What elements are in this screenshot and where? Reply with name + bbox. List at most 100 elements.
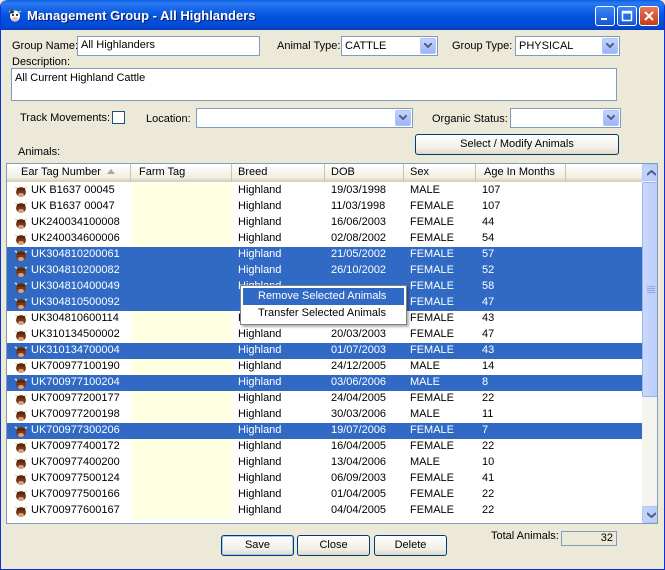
chevron-down-icon[interactable]: [603, 110, 619, 126]
column-header-ear-tag[interactable]: Ear Tag Number: [7, 164, 131, 182]
delete-button[interactable]: Delete: [374, 535, 447, 556]
vertical-scrollbar[interactable]: [642, 164, 657, 523]
cell-sex: FEMALE: [410, 392, 455, 404]
location-select[interactable]: [196, 108, 413, 128]
table-row[interactable]: UK B1637 00045 Highland 19/03/1998 MALE 107: [7, 183, 642, 199]
maximize-button[interactable]: [617, 6, 637, 26]
table-row[interactable]: UK700977600167 Highland 04/04/2005 FEMALE 22: [7, 503, 642, 519]
table-row[interactable]: UK240034600006 Highland 02/08/2002 FEMALE 54: [7, 231, 642, 247]
cell-sex: MALE: [410, 360, 440, 372]
column-label: Age In Months: [484, 166, 555, 178]
group-type-select[interactable]: PHYSICAL: [515, 36, 620, 56]
table-row[interactable]: UK700977400172 Highland 16/04/2005 FEMALE 22: [7, 439, 642, 455]
cell-dob: 04/04/2005: [331, 504, 387, 516]
close-window-button[interactable]: [639, 6, 659, 26]
cell-tag: UK304810500092: [31, 296, 120, 308]
cell-tag: UK304810200061: [31, 248, 120, 260]
chevron-down-icon[interactable]: [420, 38, 436, 54]
cell-age: 10: [482, 456, 495, 468]
column-header-breed[interactable]: Breed: [232, 164, 325, 182]
table-row[interactable]: UK700977200198 Highland 30/03/2006 MALE 11: [7, 407, 642, 423]
animal-type-select[interactable]: CATTLE: [341, 36, 438, 56]
cell-dob: 20/03/2003: [331, 328, 387, 340]
column-header-farm-tag[interactable]: Farm Tag: [131, 164, 232, 182]
cell-sex: FEMALE: [410, 344, 455, 356]
cell-age: 47: [482, 328, 495, 340]
save-button[interactable]: Save: [221, 535, 294, 556]
cell-farm: [131, 439, 232, 455]
table-row[interactable]: UK700977100190 Highland 24/12/2005 MALE 14: [7, 359, 642, 375]
cell-farm: [131, 343, 232, 359]
cell-age: 54: [482, 232, 495, 244]
chevron-up-icon: [647, 170, 656, 176]
group-name-input[interactable]: All Highlanders: [77, 36, 260, 56]
cell-age: 11: [482, 408, 494, 420]
column-label: Farm Tag: [139, 166, 186, 178]
cell-breed: Highland: [238, 488, 282, 500]
cell-tag: UK700977100204: [31, 376, 120, 388]
cell-tag: UK700977400200: [31, 456, 120, 468]
organic-status-select[interactable]: [510, 108, 621, 128]
description-textarea[interactable]: All Current Highland Cattle: [11, 68, 617, 101]
total-animals-value: 32: [561, 531, 617, 546]
table-row[interactable]: UK700977200177 Highland 24/04/2005 FEMALE 22: [7, 391, 642, 407]
select-modify-animals-button[interactable]: Select / Modify Animals: [415, 134, 619, 155]
table-row[interactable]: UK700977500166 Highland 01/04/2005 FEMALE 22: [7, 487, 642, 503]
description-label: Description:: [12, 56, 71, 68]
table-row[interactable]: UK304810200061 Highland 21/05/2002 FEMALE 57: [7, 247, 642, 263]
cell-tag: UK B1637 00045: [31, 184, 115, 196]
cell-tag: UK700977600167: [31, 504, 120, 516]
cell-sex: FEMALE: [410, 312, 455, 324]
cell-farm: [131, 247, 232, 263]
column-header-dob[interactable]: DOB: [325, 164, 404, 182]
cell-sex: FEMALE: [410, 264, 455, 276]
scroll-up-button[interactable]: [642, 164, 657, 181]
title-bar[interactable]: Management Group - All Highlanders: [1, 0, 664, 30]
cell-sex: FEMALE: [410, 472, 455, 484]
cell-tag: UK310134700004: [31, 344, 120, 356]
table-row[interactable]: UK700977100204 Highland 03/06/2006 MALE 8: [7, 375, 642, 391]
menu-item-transfer-selected[interactable]: Transfer Selected Animals: [243, 305, 404, 322]
cell-farm: [131, 311, 232, 327]
cell-breed: Highland: [238, 248, 282, 260]
cell-sex: FEMALE: [410, 328, 455, 340]
table-row[interactable]: UK240034100008 Highland 16/06/2003 FEMALE 44: [7, 215, 642, 231]
column-header-age[interactable]: Age In Months: [476, 164, 566, 182]
cell-breed: Highland: [238, 184, 282, 196]
table-row[interactable]: UK700977400200 Highland 13/04/2006 MALE 10: [7, 455, 642, 471]
cell-dob: 24/12/2005: [331, 360, 387, 372]
table-row[interactable]: UK700977500124 Highland 06/09/2003 FEMALE 41: [7, 471, 642, 487]
scroll-thumb[interactable]: [642, 182, 657, 397]
table-row[interactable]: UK310134500002 Highland 20/03/2003 FEMALE 47: [7, 327, 642, 343]
cell-tag: UK700977500166: [31, 488, 120, 500]
minimize-button[interactable]: [595, 6, 615, 26]
table-row[interactable]: UK304810200082 Highland 26/10/2002 FEMALE 52: [7, 263, 642, 279]
chevron-down-icon[interactable]: [602, 38, 618, 54]
close-button[interactable]: Close: [297, 535, 370, 556]
group-type-value: PHYSICAL: [519, 40, 574, 52]
total-animals-label: Total Animals:: [491, 530, 559, 542]
menu-item-remove-selected[interactable]: Remove Selected Animals: [243, 288, 404, 305]
table-row[interactable]: UK B1637 00047 Highland 11/03/1998 FEMALE 10…: [7, 199, 642, 215]
cell-tag: UK304810600114: [31, 312, 119, 324]
cell-tag: UK700977100190: [31, 360, 120, 372]
table-row[interactable]: UK310134700004 Highland 01/07/2003 FEMALE 43: [7, 343, 642, 359]
animals-grid[interactable]: Ear Tag Number Farm Tag Breed DOB Sex Ag…: [6, 163, 658, 524]
chevron-down-icon[interactable]: [395, 110, 411, 126]
table-row[interactable]: UK700977300206 Highland 19/07/2006 FEMALE 7: [7, 423, 642, 439]
cell-age: 107: [482, 200, 501, 212]
track-movements-checkbox[interactable]: [112, 111, 125, 124]
column-label: Ear Tag Number: [21, 166, 101, 178]
group-type-label: Group Type:: [452, 40, 513, 52]
cell-farm: [131, 279, 232, 295]
cell-farm: [131, 199, 232, 215]
grid-header: Ear Tag Number Farm Tag Breed DOB Sex Ag…: [7, 164, 642, 182]
cell-tag: UK304810200082: [31, 264, 120, 276]
scroll-down-button[interactable]: [642, 506, 657, 523]
cell-farm: [131, 503, 232, 519]
cell-farm: [131, 407, 232, 423]
column-header-sex[interactable]: Sex: [404, 164, 476, 182]
cell-farm: [131, 487, 232, 503]
cell-sex: FEMALE: [410, 200, 455, 212]
cell-dob: 01/04/2005: [331, 488, 387, 500]
